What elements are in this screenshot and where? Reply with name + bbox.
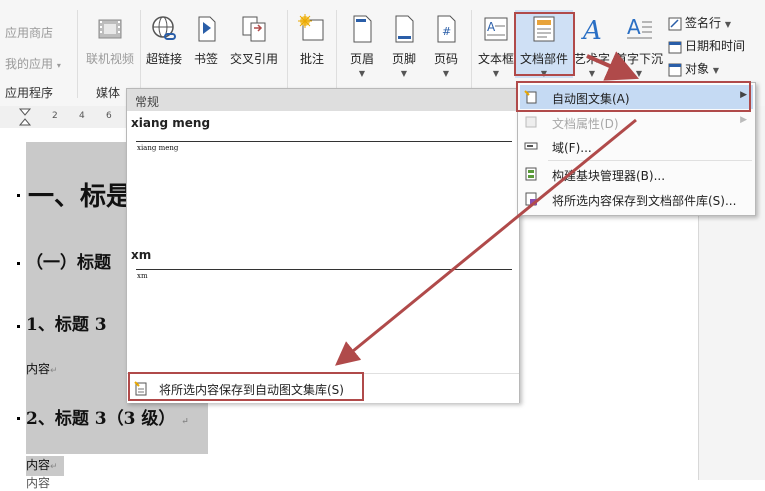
annotation-arrows xyxy=(335,51,639,366)
arrow-to-save-action xyxy=(335,118,637,366)
arrow-to-menu xyxy=(586,51,639,81)
